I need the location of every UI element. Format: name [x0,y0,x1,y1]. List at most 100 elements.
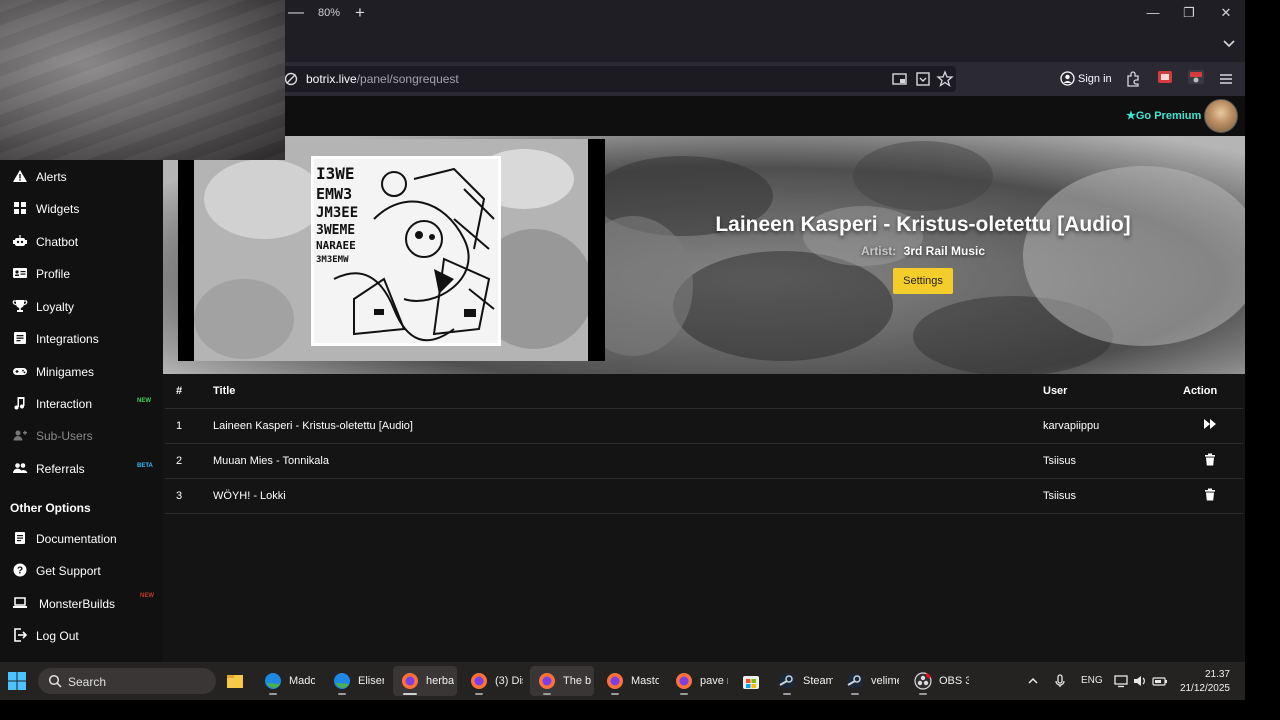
running-indicator [338,693,346,695]
sub-users-icon [13,430,27,441]
microphone-icon[interactable] [1052,673,1068,689]
running-indicator [543,693,551,695]
input-language[interactable]: ENG [1081,675,1103,686]
firefox-icon [539,673,555,689]
integrations-icon [14,332,26,344]
running-indicator [851,693,859,695]
go-premium-link[interactable]: ★Go Premium [1126,109,1201,122]
taskbar-app-firefox-5[interactable]: pave r [667,666,731,696]
file-explorer-icon [227,675,243,688]
tracking-protection-icon[interactable] [284,72,298,86]
volume-icon[interactable] [1132,673,1148,689]
extension-counter-icon[interactable] [1187,68,1205,86]
active-indicator [403,693,417,695]
skip-forward-icon[interactable] [1203,418,1217,430]
sidebar-item-chatbot[interactable]: Chatbot [0,226,163,256]
table-row: 3 WÖYH! - Lokki Tsiisus [165,478,1243,514]
taskbar-app-firefox-2[interactable]: (3) Dis [462,666,526,696]
taskbar-app-label: Masto [631,675,659,687]
column-header-action: Action [1183,374,1243,409]
song-title-cell: Laineen Kasperi - Kristus-oletettu [Audi… [213,408,1043,444]
taskbar-app-label: The be [563,675,591,687]
gamepad-icon [13,368,27,375]
restore-button[interactable]: ❐ [1174,2,1204,24]
url-bar[interactable]: botrix.live/panel/songrequest [276,66,956,92]
taskbar-app-label: (3) Dis [495,675,523,687]
sidebar-item-minigames[interactable]: Minigames [0,356,163,386]
now-playing-hero: I3WE EMW3 JM3EE 3WEME NARAEE 3M3EMW Lain… [163,136,1245,374]
search-label: Search [68,675,107,689]
taskbar-app-firefox-1[interactable]: herbal [393,666,457,696]
sidebar-item-profile[interactable]: Profile [0,258,163,288]
robot-icon [13,235,27,246]
zoom-level[interactable]: 80% [318,7,340,19]
taskbar-app-label: Madoı [289,675,315,687]
settings-button[interactable]: Settings [893,268,953,294]
sign-in-button[interactable]: Sign in [1054,66,1114,92]
taskbar-app-firefox-3[interactable]: The be [530,666,594,696]
sidebar-item-referrals[interactable]: Referrals BETA [0,453,163,483]
taskbar-app-obs[interactable]: OBS 3 [906,666,972,696]
sidebar-item-monsterbuilds[interactable]: MonsterBuilds NEW [0,588,163,618]
extensions-icon[interactable] [1124,70,1142,88]
sidebar-item-sub-users[interactable]: Sub-Users [0,420,163,450]
taskbar-app-label: Elisen [358,675,384,687]
warning-icon [13,170,27,182]
taskbar-app-steam-chat[interactable]: velime [838,666,904,696]
running-indicator [919,693,927,695]
zoom-in-button[interactable]: + [352,3,368,22]
search-icon [48,674,62,688]
running-indicator [783,693,791,695]
close-button[interactable]: ✕ [1211,2,1241,24]
sidebar-item-interaction[interactable]: Interaction NEW [0,388,163,418]
windows-start-icon[interactable] [7,671,27,691]
hamburger-menu-icon[interactable] [1217,70,1235,88]
extension-badge-icon[interactable] [1156,68,1174,86]
sidebar-item-widgets[interactable]: Widgets [0,193,163,223]
zoom-out-button[interactable]: — [288,4,304,22]
taskbar-app-firefox-4[interactable]: Masto [598,666,662,696]
star-bookmark-icon[interactable] [936,70,954,88]
taskbar-app-store[interactable] [737,666,765,696]
network-icon[interactable] [1113,673,1129,689]
chevron-down-icon[interactable] [1218,34,1240,54]
sidebar-item-integrations[interactable]: Integrations [0,323,163,353]
sidebar-item-get-support[interactable]: ? Get Support [0,555,163,585]
sidebar-item-documentation[interactable]: Documentation [0,523,163,553]
now-playing-title: Laineen Kasperi - Kristus-oletettu [Audi… [715,213,1131,236]
sidebar-item-label: Get Support [36,564,101,578]
clock-time[interactable]: 21.37 [1178,669,1230,680]
taskbar-app-edge-1[interactable]: Madoı [256,666,318,696]
taskbar-app-steam[interactable]: Steam [770,666,836,696]
requester-cell: karvapiippu [1043,408,1183,444]
song-request-panel: I3WE EMW3 JM3EE 3WEME NARAEE 3M3EMW Lain… [163,136,1245,662]
taskbar-search[interactable]: Search [38,668,216,694]
sidebar-item-loyalty[interactable]: Loyalty [0,291,163,321]
running-indicator [475,693,483,695]
svg-text:I3WE: I3WE [316,164,355,183]
row-number: 2 [165,443,213,479]
scroll-icon [15,532,25,544]
new-badge: NEW [137,398,151,404]
svg-text:EMW3: EMW3 [316,185,352,203]
taskbar-app-label: OBS 3 [939,675,969,687]
sidebar-item-log-out[interactable]: Log Out [0,620,163,650]
trash-icon[interactable] [1204,488,1216,501]
taskbar-app-label: pave r [700,675,728,687]
battery-icon[interactable] [1152,673,1168,689]
sidebar-item-alerts[interactable]: Alerts [0,161,163,191]
trash-icon[interactable] [1204,453,1216,466]
taskbar-app-edge-2[interactable]: Elisen [325,666,387,696]
url-text[interactable]: botrix.live/panel/songrequest [306,72,459,86]
minimize-button[interactable]: — [1138,2,1168,24]
chevron-up-icon[interactable] [1025,673,1041,689]
action-cell [1183,443,1243,479]
taskbar-app-file-explorer[interactable] [222,666,250,696]
account-icon [1060,71,1075,86]
reader-mode-icon[interactable] [914,70,932,88]
clock-date[interactable]: 21/12/2025 [1178,683,1230,694]
sidebar-item-label: Widgets [36,202,80,216]
song-queue-table: # Title User Action 1 Laineen Kasperi - … [165,374,1243,514]
user-avatar[interactable] [1204,99,1238,133]
picture-in-picture-icon[interactable] [891,70,909,88]
